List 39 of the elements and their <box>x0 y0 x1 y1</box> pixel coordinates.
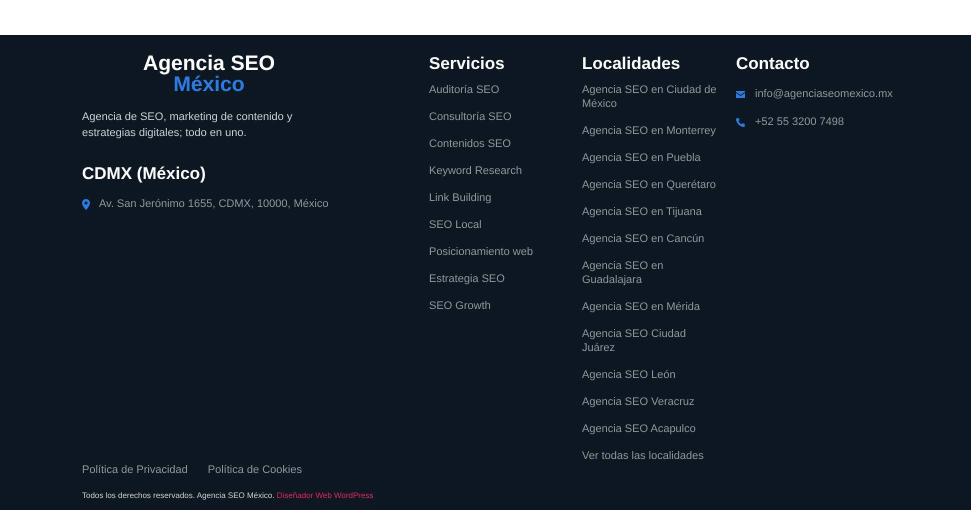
footer-link[interactable]: Agencia SEO en Puebla <box>582 151 717 165</box>
footer-link[interactable]: Posicionamiento web <box>429 245 582 259</box>
footer-link[interactable]: Agencia SEO Acapulco <box>582 422 717 436</box>
footer-link[interactable]: Link Building <box>429 191 582 205</box>
footer-link[interactable]: Agencia SEO Ciudad Juárez <box>582 327 717 355</box>
copyright-text: Todos los derechos reservados. Agencia SEO México. Diseñador Web WordPress <box>82 491 374 500</box>
footer-link[interactable]: SEO Growth <box>429 299 582 313</box>
footer-link[interactable]: Agencia SEO en Guadalajara <box>582 259 717 287</box>
footer-link[interactable]: Agencia SEO en Ciudad de México <box>582 83 717 111</box>
email-icon <box>736 90 745 98</box>
phone-icon <box>736 118 745 126</box>
column-heading: Contacto <box>736 53 811 75</box>
footer-link[interactable]: Contenidos SEO <box>429 137 582 151</box>
office-heading: CDMX (México) <box>82 163 207 185</box>
footer-link[interactable]: Estrategia SEO <box>429 272 582 286</box>
footer-link[interactable]: Agencia SEO en Monterrey <box>582 124 717 138</box>
footer-link[interactable]: Auditoría SEO <box>429 83 582 97</box>
footer-link[interactable]: Consultoría SEO <box>429 110 582 124</box>
footer-link[interactable]: Agencia SEO en Tijuana <box>582 205 717 219</box>
brand-logo-text: México <box>173 74 245 95</box>
footer-link[interactable]: Ver todas las localidades <box>582 449 717 463</box>
designer-link[interactable]: Diseñador Web WordPress <box>276 491 374 500</box>
legal-link[interactable]: Política de Cookies <box>208 463 302 477</box>
legal-link[interactable]: Política de Privacidad <box>82 463 188 477</box>
footer-link[interactable]: SEO Local <box>429 218 582 232</box>
footer-link[interactable]: Agencia SEO León <box>582 368 717 382</box>
tagline: Agencia de SEO, marketing de contenido y estrategias digitales; todo en uno. <box>82 110 294 141</box>
footer-link[interactable]: Agencia SEO en Cancún <box>582 232 717 246</box>
brand-logo-text: Agencia SEO <box>143 53 275 74</box>
column-heading: Servicios <box>429 53 506 75</box>
address: Av. San Jerónimo 1655, CDMX, 10000, México <box>99 197 328 211</box>
column-heading: Localidades <box>582 53 682 75</box>
phone-number: +52 55 3200 7498 <box>755 115 844 129</box>
footer-link[interactable]: Agencia SEO en Mérida <box>582 300 717 314</box>
location-pin-icon <box>82 198 90 210</box>
email-address: info@agenciaseomexico.mx <box>755 87 893 101</box>
footer-link[interactable]: Agencia SEO en Querétaro <box>582 178 717 192</box>
footer-link[interactable]: Keyword Research <box>429 164 582 178</box>
footer-link[interactable]: Agencia SEO Veracruz <box>582 395 717 409</box>
